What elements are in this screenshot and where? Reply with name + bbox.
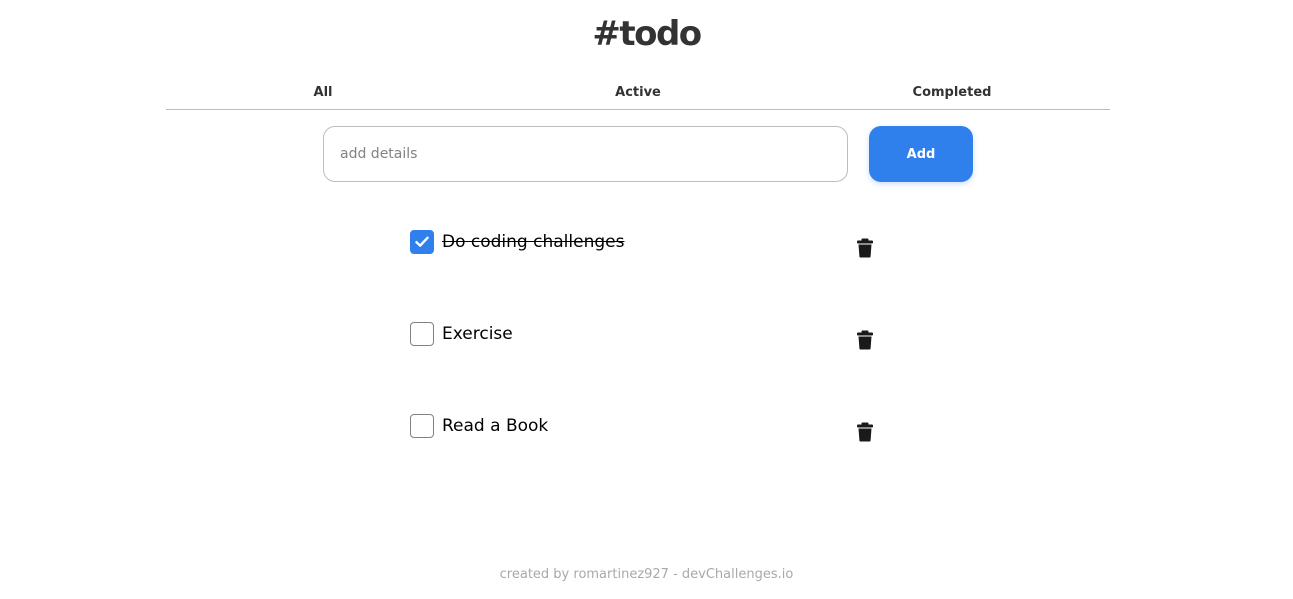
- todo-item: Read a Book: [410, 414, 880, 444]
- trash-icon[interactable]: [856, 422, 874, 442]
- todo-item: Do coding challenges: [410, 230, 880, 260]
- todo-text: Read a Book: [442, 416, 549, 436]
- add-details-input[interactable]: [323, 126, 848, 182]
- todo-checkbox[interactable]: [410, 230, 434, 254]
- todo-checkbox[interactable]: [410, 322, 434, 346]
- todo-item: Exercise: [410, 322, 880, 352]
- tab-completed[interactable]: Completed: [913, 84, 992, 102]
- tab-active[interactable]: Active: [615, 84, 661, 102]
- add-button[interactable]: Add: [869, 126, 973, 182]
- footer-credit: created by romartinez927 - devChallenges…: [499, 567, 794, 582]
- filter-tabs: All Active Completed: [166, 80, 1110, 110]
- trash-icon[interactable]: [856, 330, 874, 350]
- todo-text: Exercise: [442, 324, 513, 344]
- todo-text: Do coding challenges: [442, 232, 625, 252]
- page-title: #todo: [592, 14, 702, 54]
- todo-app: #todo All Active Completed Add Do coding…: [0, 0, 1293, 599]
- tab-all[interactable]: All: [314, 84, 333, 102]
- trash-icon[interactable]: [856, 238, 874, 258]
- todo-checkbox[interactable]: [410, 414, 434, 438]
- check-icon: [415, 236, 429, 247]
